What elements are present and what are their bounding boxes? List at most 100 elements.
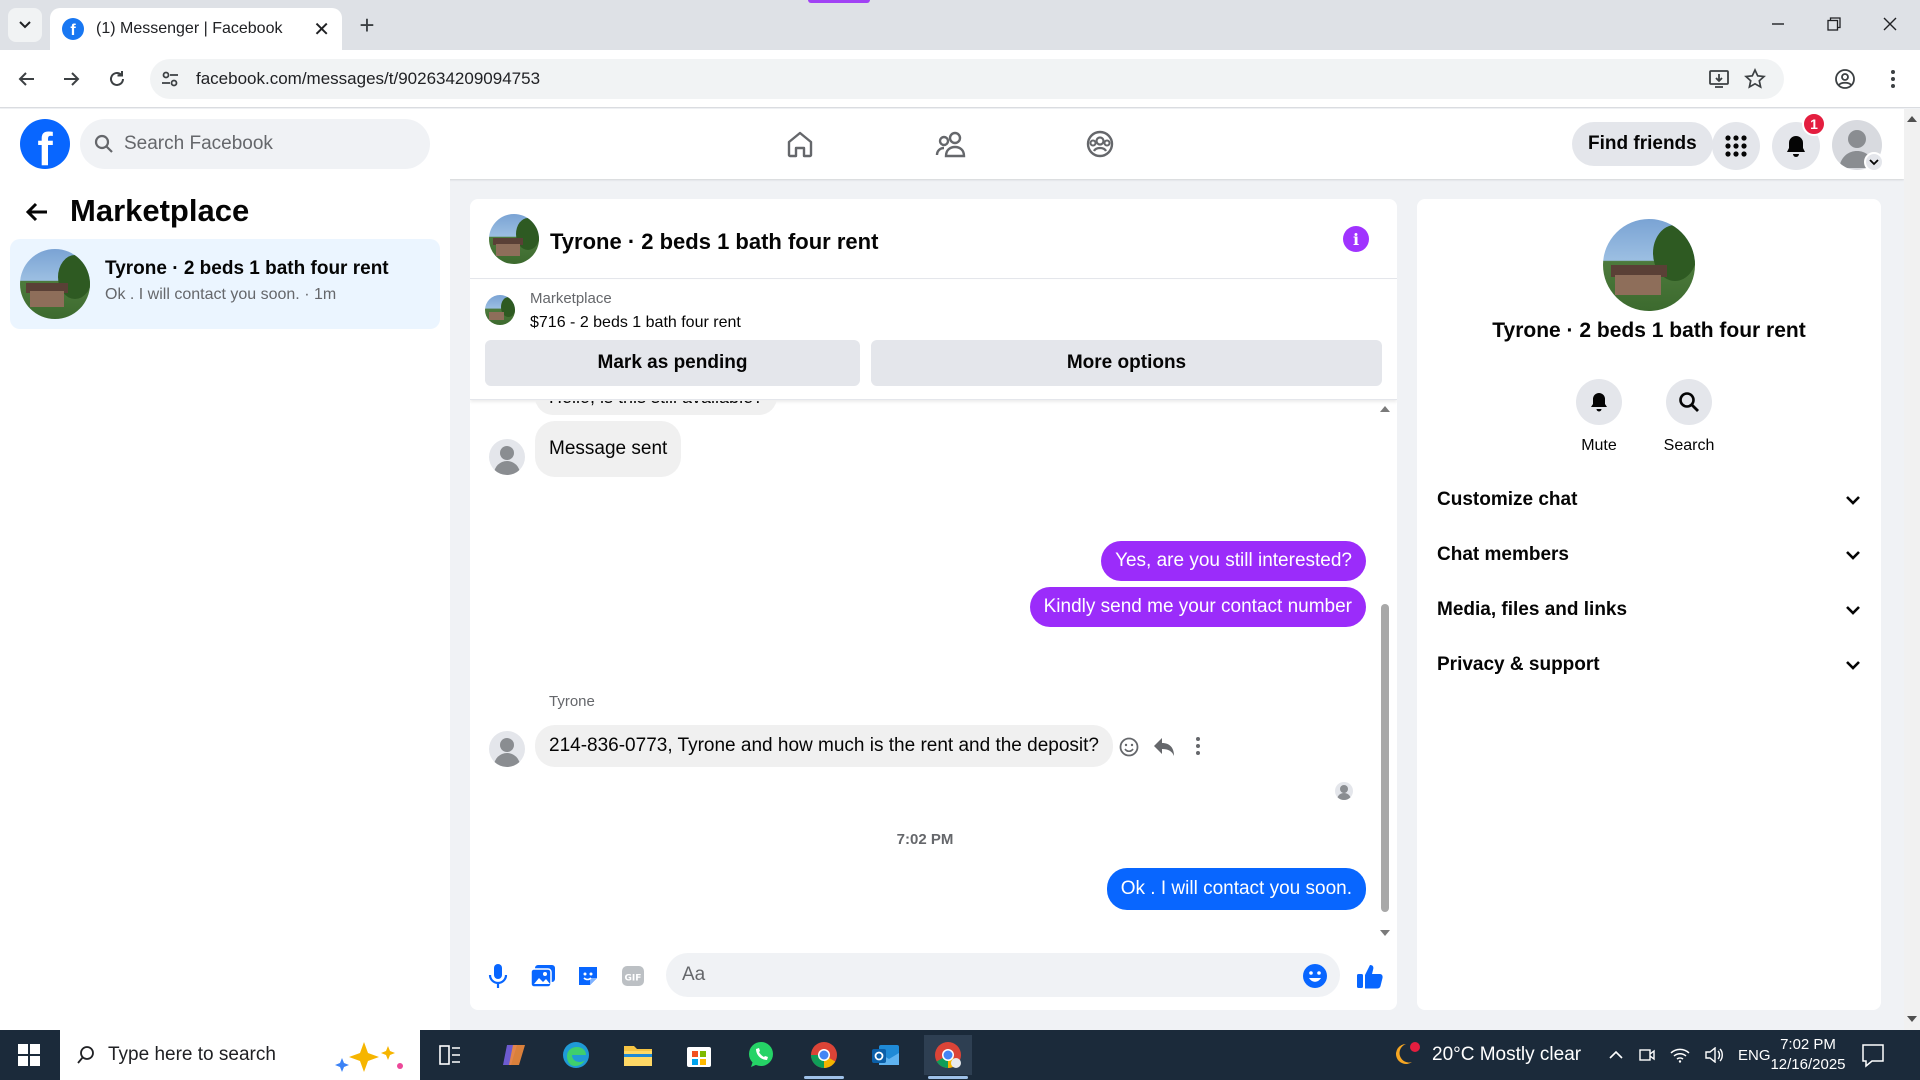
customize-chat-section[interactable]: Customize chat (1437, 485, 1861, 515)
reply-icon[interactable] (1152, 736, 1176, 758)
like-button[interactable] (1353, 959, 1387, 993)
message-input[interactable] (682, 953, 1262, 997)
sticker-button[interactable] (571, 959, 605, 993)
message-thread[interactable]: Hello, is this still available? Message … (470, 401, 1397, 941)
scroll-up-icon[interactable] (1380, 405, 1390, 413)
taskbar-search[interactable] (60, 1030, 420, 1080)
message-bubble-outgoing[interactable]: Kindly send me your contact number (1029, 587, 1366, 627)
message-bubble-incoming[interactable]: 214-836-0773, Tyrone and how much is the… (535, 725, 1113, 767)
voice-clip-button[interactable] (481, 959, 515, 993)
scroll-down-icon[interactable] (1380, 929, 1390, 937)
menu-button[interactable] (1712, 122, 1760, 170)
tab-search-button[interactable] (8, 8, 42, 42)
back-arrow-icon[interactable] (24, 199, 50, 225)
media-files-links-section[interactable]: Media, files and links (1437, 595, 1861, 625)
section-label: Chat members (1437, 544, 1569, 565)
groups-nav-button[interactable] (1077, 121, 1123, 167)
chat-avatar[interactable] (489, 214, 539, 264)
url-text[interactable]: facebook.com/messages/t/902634209094753 (196, 69, 540, 89)
message-bubble-outgoing[interactable]: Ok . I will contact you soon. (1106, 868, 1366, 910)
find-friends-button[interactable]: Find friends (1572, 122, 1713, 166)
contact-avatar[interactable] (489, 731, 525, 767)
search-in-chat-button[interactable]: Search (1649, 379, 1729, 455)
facebook-logo[interactable]: f (20, 119, 70, 169)
chrome-app[interactable] (800, 1035, 848, 1075)
meet-now-icon[interactable] (1638, 1046, 1656, 1064)
task-view-icon (439, 1045, 460, 1065)
whatsapp-app[interactable] (737, 1035, 785, 1075)
friends-nav-button[interactable] (928, 121, 974, 167)
minimize-button[interactable] (1756, 8, 1800, 40)
message-input-container[interactable] (666, 953, 1340, 997)
facebook-search[interactable] (80, 119, 430, 169)
chevron-up-icon[interactable] (1608, 1049, 1624, 1061)
reload-button[interactable] (98, 60, 136, 98)
privacy-support-section[interactable]: Privacy & support (1437, 650, 1861, 680)
contact-name: Tyrone · 2 beds 1 bath four rent (1492, 319, 1806, 342)
mail-icon (872, 1045, 899, 1065)
gif-button[interactable]: GIF (616, 959, 650, 993)
account-circle-icon (1835, 69, 1855, 89)
wifi-icon[interactable] (1670, 1047, 1690, 1063)
more-options-button[interactable]: More options (871, 340, 1382, 386)
contact-profile-photo[interactable] (1603, 219, 1695, 311)
chrome-profile-app[interactable] (924, 1035, 972, 1075)
address-bar[interactable]: facebook.com/messages/t/902634209094753 (150, 59, 1784, 99)
taskbar-search-input[interactable] (108, 1044, 308, 1066)
close-window-button[interactable] (1868, 8, 1912, 40)
restore-button[interactable] (1812, 8, 1856, 40)
whatsapp-icon (749, 1042, 773, 1067)
task-view-button[interactable] (426, 1035, 474, 1075)
page-scrollbar[interactable] (1904, 109, 1920, 1030)
microsoft-store-app[interactable] (675, 1035, 723, 1075)
more-vertical-icon (1891, 70, 1895, 88)
edge-app[interactable] (552, 1035, 600, 1075)
groups-icon (1086, 130, 1114, 158)
scroll-down-icon[interactable] (1907, 1015, 1917, 1023)
mute-button[interactable]: Mute (1559, 379, 1639, 455)
chat-members-section[interactable]: Chat members (1437, 540, 1861, 570)
browser-tab[interactable]: f (1) Messenger | Facebook ✕ (50, 8, 342, 50)
message-bubble-incoming[interactable]: Hello, is this still available? (535, 401, 778, 415)
attach-photo-button[interactable] (526, 959, 560, 993)
info-icon[interactable]: i (1343, 226, 1369, 252)
contact-avatar[interactable] (489, 439, 525, 475)
profile-button[interactable] (1826, 60, 1864, 98)
emoji-icon[interactable] (1302, 963, 1328, 989)
conversation-item[interactable]: Tyrone · 2 beds 1 bath four rent Ok . I … (10, 239, 440, 329)
back-button[interactable] (8, 60, 46, 98)
forward-button[interactable] (52, 60, 90, 98)
volume-icon[interactable] (1704, 1047, 1724, 1063)
clock[interactable]: 7:02 PM 12/16/2025 (1770, 1035, 1846, 1075)
listing-title[interactable]: $716 - 2 beds 1 bath four rent (530, 314, 741, 332)
mark-as-pending-button[interactable]: Mark as pending (485, 340, 860, 386)
account-chevron-icon[interactable] (1864, 152, 1884, 172)
site-info-icon[interactable] (160, 69, 180, 89)
outlook-app[interactable] (862, 1035, 910, 1075)
windows-logo-icon (18, 1044, 40, 1066)
scroll-up-icon[interactable] (1907, 115, 1917, 123)
chat-scrollbar-thumb[interactable] (1381, 604, 1389, 912)
conversation-list-panel: Marketplace Tyrone · 2 beds 1 bath four … (0, 179, 450, 1030)
close-tab-icon[interactable]: ✕ (313, 17, 330, 42)
chevron-down-icon (1846, 496, 1860, 505)
home-nav-button[interactable] (777, 121, 823, 167)
system-tray: ENG (1608, 1030, 1771, 1080)
message-bubble-incoming[interactable]: Message sent (535, 421, 682, 477)
chat-title[interactable]: Tyrone · 2 beds 1 bath four rent (550, 229, 878, 255)
react-emoji-icon[interactable] (1118, 736, 1140, 758)
browser-menu-button[interactable] (1874, 60, 1912, 98)
message-bubble-outgoing[interactable]: Yes, are you still interested? (1101, 541, 1366, 581)
input-language[interactable]: ENG (1738, 1047, 1771, 1064)
notification-center-icon[interactable] (1860, 1042, 1886, 1068)
weather-widget[interactable]: 20°C Mostly clear (1392, 1030, 1581, 1080)
more-vertical-icon[interactable] (1195, 736, 1201, 756)
search-input[interactable] (124, 133, 414, 155)
file-explorer-app[interactable] (614, 1035, 662, 1075)
start-button[interactable] (0, 1030, 58, 1080)
install-app-icon[interactable] (1708, 68, 1730, 90)
copilot-app[interactable] (490, 1035, 538, 1075)
chat-scrollbar[interactable] (1378, 401, 1392, 941)
bookmark-star-icon[interactable] (1744, 68, 1766, 90)
new-tab-button[interactable]: + (352, 10, 382, 40)
